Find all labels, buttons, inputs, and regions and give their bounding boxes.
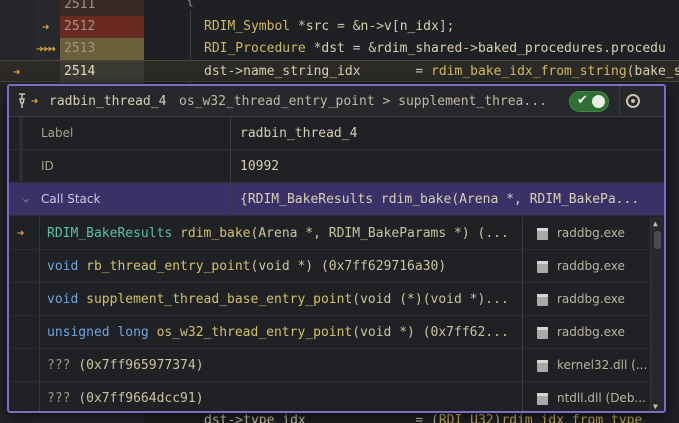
line-number: 2513 xyxy=(64,41,96,56)
frame-signature: ??? (0x7ff9664dcc91) xyxy=(47,391,204,406)
code-line[interactable]: 2511 { xyxy=(0,0,679,16)
module-icon xyxy=(537,360,548,372)
chevron-down-icon[interactable]: ⌵ xyxy=(23,183,29,216)
field-row-call-stack[interactable]: ⌵ Call Stack {RDIM_BakeResults rdim_bake… xyxy=(9,183,664,216)
thread-name: radbin_thread_4 xyxy=(49,94,167,109)
code-text: RDI_Procedure *dst = &rdim_shared->baked… xyxy=(204,41,666,56)
current-thread-arrow-icon: ➜ xyxy=(31,94,39,108)
frame-module: raddbg.exe xyxy=(557,259,625,273)
stack-frame-row[interactable]: ??? (0x7ff965977374) kernel32.dll (... xyxy=(9,349,649,382)
module-icon xyxy=(537,228,548,240)
current-code-line[interactable]: ➜ 2514 dst->name_string_idx = rdim_bake_… xyxy=(0,60,679,83)
code-text: RDIM_Symbol *src = &n->v[n_idx]; xyxy=(204,19,455,34)
field-value[interactable]: radbin_thread_4 xyxy=(240,117,650,150)
stack-frame-row[interactable]: void supplement_thread_base_entry_point(… xyxy=(9,283,649,316)
stack-frame-row[interactable]: unsigned long os_w32_thread_entry_point(… xyxy=(9,316,649,349)
frame-signature: void supplement_thread_base_entry_point(… xyxy=(47,292,509,307)
thread-call-path: os_w32_thread_entry_point > supplement_t… xyxy=(179,94,547,109)
line-number: 2511 xyxy=(64,0,96,12)
current-frame-arrow-icon: ➜ xyxy=(17,226,25,240)
thread-arrow-icon: ➜ xyxy=(42,20,50,34)
frame-signature: void rb_thread_entry_point(void *) (0x7f… xyxy=(47,259,447,274)
field-label: Call Stack xyxy=(41,192,101,206)
call-stack-scrollbar[interactable]: ▲ ▼ xyxy=(650,217,664,411)
field-label: Label xyxy=(41,126,74,140)
call-stack-list[interactable]: ➜ RDIM_BakeResults rdim_bake(Arena *, RD… xyxy=(9,217,649,411)
frame-module: ntdll.dll (Deb... xyxy=(557,391,646,405)
scroll-thumb[interactable] xyxy=(654,231,661,249)
toggle-check-icon: ✔ xyxy=(577,93,588,108)
code-line[interactable]: ➜ 2512 RDIM_Symbol *src = &n->v[n_idx]; xyxy=(0,16,679,38)
frame-signature: unsigned long os_w32_thread_entry_point(… xyxy=(47,325,509,340)
frame-signature: RDIM_BakeResults rdim_bake(Arena *, RDIM… xyxy=(47,226,509,241)
field-row-id[interactable]: ID 10992 xyxy=(9,150,664,183)
field-label: ID xyxy=(41,159,54,173)
field-row-label[interactable]: Label radbin_thread_4 xyxy=(9,117,664,150)
code-text: dst->name_string_idx = rdim_bake_idx_fro… xyxy=(204,64,679,79)
module-icon xyxy=(537,294,548,306)
frame-module: kernel32.dll (... xyxy=(557,358,648,372)
frame-module: raddbg.exe xyxy=(557,226,625,240)
field-value[interactable]: {RDIM_BakeResults rdim_bake(Arena *, RDI… xyxy=(240,183,650,216)
stack-frame-row[interactable]: ➜ RDIM_BakeResults rdim_bake(Arena *, RD… xyxy=(9,217,649,250)
thread-enabled-toggle[interactable]: ✔ xyxy=(569,91,609,112)
scroll-up-icon[interactable]: ▲ xyxy=(653,219,658,228)
module-icon xyxy=(537,393,548,405)
scroll-down-icon[interactable]: ▼ xyxy=(653,402,658,411)
pin-icon[interactable] xyxy=(17,93,27,109)
popup-header[interactable]: ➜ radbin_thread_4 os_w32_thread_entry_po… xyxy=(9,86,664,117)
code-line[interactable]: ➜➜➜➜ 2513 RDI_Procedure *dst = &rdim_sha… xyxy=(0,38,679,60)
module-icon xyxy=(537,261,548,273)
field-value[interactable]: 10992 xyxy=(240,150,650,183)
frame-module: raddbg.exe xyxy=(557,292,625,306)
thread-hover-popup[interactable]: ➜ radbin_thread_4 os_w32_thread_entry_po… xyxy=(7,84,666,413)
frame-module: raddbg.exe xyxy=(557,325,625,339)
stack-frame-row[interactable]: ??? (0x7ff9664dcc91) ntdll.dll (Deb... xyxy=(9,382,649,411)
thread-arrows-icon: ➜➜➜➜ xyxy=(36,42,56,56)
module-icon xyxy=(537,327,548,339)
toggle-knob xyxy=(592,95,605,108)
frame-signature: ??? (0x7ff965977374) xyxy=(47,358,204,373)
brace: { xyxy=(186,0,194,8)
current-line-arrow-icon: ➜ xyxy=(13,65,21,79)
stack-frame-row[interactable]: void rb_thread_entry_point(void *) (0x7f… xyxy=(9,250,649,283)
line-number: 2512 xyxy=(64,19,96,34)
line-number: 2514 xyxy=(64,64,96,79)
settings-icon[interactable] xyxy=(626,94,640,108)
